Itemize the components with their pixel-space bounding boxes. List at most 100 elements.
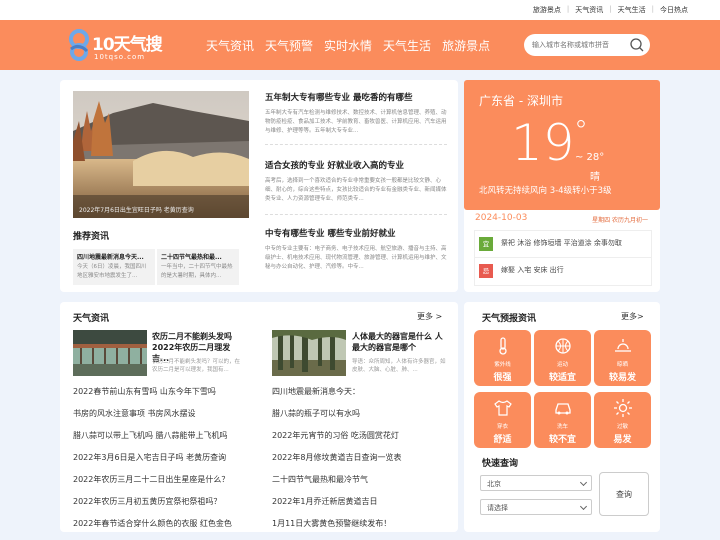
almanac-ji-row: 忌 嫁娶 入宅 安床 出行 xyxy=(475,258,651,285)
news-title[interactable]: 中专有哪些专业 哪些专业前好就业 xyxy=(265,227,447,239)
news-link[interactable]: 四川地震最新消息今天： xyxy=(272,381,401,403)
car-icon xyxy=(555,403,571,415)
recommended-item-title[interactable]: 二十四节气最热和最... xyxy=(161,252,235,261)
weather-news-more-link[interactable]: 更多 > xyxy=(417,311,442,322)
top-link-weather-news[interactable]: 天气资讯 xyxy=(575,5,603,15)
index-tile[interactable]: 晾晒 较易发 xyxy=(594,330,651,386)
nav-weather-life[interactable]: 天气生活 xyxy=(383,37,431,54)
tile-label: 穿衣 xyxy=(496,424,508,430)
site-logo[interactable]: 10天气搜 10tqso.com xyxy=(66,27,166,65)
weather-temperature: 19 xyxy=(511,114,575,172)
news-item[interactable]: 五年制大专有哪些专业 最吃香的有哪些 五年制大专有汽车检测与维修技术、数控技术、… xyxy=(265,91,447,136)
news-link[interactable]: 2022年8月修坟黄道吉日查询一览表 xyxy=(272,447,401,469)
divider: | xyxy=(566,5,570,13)
divider: | xyxy=(609,5,612,13)
tile-value: 较适宜 xyxy=(548,373,576,383)
featured-title[interactable]: 人体最大的器官是什么 人最大的器官是哪个 xyxy=(352,331,446,353)
nav-travel[interactable]: 旅游景点 xyxy=(442,37,490,54)
nav-weather-warning[interactable]: 天气预警 xyxy=(265,37,313,54)
recommended-item[interactable]: 二十四节气最热和最... 一年当中，二十四节气中最热的是大暑时期，具体内... xyxy=(157,249,239,285)
news-link-list-left: 2022春节前山东有雪吗 山东今年下雪吗 书房的风水注意事项 书房风水摆设 腊八… xyxy=(73,381,232,535)
city-select-value: 请选择 xyxy=(487,504,508,512)
nav-water-info[interactable]: 实时水情 xyxy=(324,37,372,54)
yi-text: 祭祀 沐浴 修饰垣墙 平治道涂 余事勿取 xyxy=(501,239,622,247)
date-row: 2024-10-03 星期四 农历九月初一 xyxy=(474,212,652,226)
news-image[interactable]: 2022年7月6日出生宜旺日子吗 老黄历查询 xyxy=(73,91,249,218)
almanac: 宜 祭祀 沐浴 修饰垣墙 平治道涂 余事勿取 忌 嫁娶 入宅 安床 出行 xyxy=(474,230,652,286)
news-link[interactable]: 2022春节前山东有雪吗 山东今年下雪吗 xyxy=(73,381,232,403)
news-title[interactable]: 适合女孩的专业 好就业收入高的专业 xyxy=(265,159,447,171)
top-bar: 旅游景点 | 天气资讯 | 天气生活 | 今日热点 xyxy=(0,0,720,20)
featured-desc: 导语：众所周知，人体有许多器官，如皮肤、大脑、心脏、肺、... xyxy=(352,359,446,373)
tile-value: 较不宜 xyxy=(548,435,576,445)
top-link-weather-life[interactable]: 天气生活 xyxy=(618,5,646,15)
current-date: 2024-10-03 xyxy=(475,213,528,223)
yi-badge: 宜 xyxy=(479,237,493,251)
search-input[interactable] xyxy=(532,38,628,52)
top-link-hot-today[interactable]: 今日热点 xyxy=(660,5,688,15)
logo-domain: 10tqso.com xyxy=(94,53,146,61)
recommended-title: 推荐资讯 xyxy=(73,232,110,242)
recommended-item-desc: 今天（6日）凌晨，我国四川地区雅安市地震发生了... xyxy=(77,264,147,279)
city-select[interactable]: 请选择 xyxy=(480,499,592,515)
ji-badge: 忌 xyxy=(479,264,493,278)
featured-thumbnail[interactable] xyxy=(272,330,346,376)
news-link[interactable]: 2022年农历三月初五黄历宜祭祀祭祖吗？ xyxy=(73,491,232,513)
weather-condition: 晴 xyxy=(590,172,600,183)
logo-mark-icon xyxy=(69,29,89,61)
province-select-value: 北京 xyxy=(487,480,501,488)
news-desc: 中专的专业主要有：电子商务、电子技术应用、航空旅游、播音与主持、高级护士、机电技… xyxy=(265,246,447,270)
index-tile[interactable]: 洗车 较不宜 xyxy=(534,392,591,448)
news-link[interactable]: 二十四节气最热和最冷节气 xyxy=(272,469,401,491)
top-links: 旅游景点 | 天气资讯 | 天气生活 | 今日热点 xyxy=(533,5,688,15)
news-image-caption: 2022年7月6日出生宜旺日子吗 老黄历查询 xyxy=(79,207,194,214)
header: 10天气搜 10tqso.com 天气资讯 天气预警 实时水情 天气生活 旅游景… xyxy=(0,20,720,70)
degree-symbol: ° xyxy=(574,114,588,147)
sun-horizon-icon xyxy=(615,339,631,352)
news-link[interactable]: 腊八蒜的瓶子可以有水吗 xyxy=(272,403,401,425)
tile-value: 较易发 xyxy=(608,373,636,383)
top-link-travel[interactable]: 旅游景点 xyxy=(533,5,561,15)
news-link[interactable]: 书房的风水注意事项 书房风水摆设 xyxy=(73,403,232,425)
news-item[interactable]: 中专有哪些专业 哪些专业前好就业 中专的专业主要有：电子商务、电子技术应用、航空… xyxy=(265,227,447,272)
recommended-item-desc: 一年当中，二十四节气中最热的是大暑时期，具体内... xyxy=(161,264,233,279)
main-nav: 天气资讯 天气预警 实时水情 天气生活 旅游景点 xyxy=(206,37,490,54)
news-link[interactable]: 2022年3月6日是入宅吉日子吗 老黄历查询 xyxy=(73,447,232,469)
almanac-yi-row: 宜 祭祀 沐浴 修饰垣墙 平治道涂 余事勿取 xyxy=(475,231,651,258)
forest-image xyxy=(272,330,346,376)
tile-value: 舒适 xyxy=(493,435,512,445)
query-button[interactable]: 查询 xyxy=(599,472,649,516)
landscape-image xyxy=(73,91,249,218)
weather-location[interactable]: 广东省 - 深圳市 xyxy=(479,92,563,109)
search-icon[interactable] xyxy=(629,37,645,53)
barber-image xyxy=(73,330,147,376)
tile-value: 易发 xyxy=(613,435,632,445)
chevron-down-icon xyxy=(579,502,588,511)
tile-value: 很强 xyxy=(493,373,512,383)
news-link[interactable]: 1月11日大雾黄色预警继续发布！ xyxy=(272,513,401,535)
index-tile[interactable]: 过敏 易发 xyxy=(594,392,651,448)
province-select[interactable]: 北京 xyxy=(480,475,592,491)
recommended-item-title[interactable]: 四川地震最新消息今天... xyxy=(77,252,151,261)
forecast-more-link[interactable]: 更多> xyxy=(621,311,644,322)
news-link[interactable]: 2022年农历三月二十二日出生星座是什么？ xyxy=(73,469,232,491)
news-desc: 五年制大专有汽车检测与维修技术、数控技术、计算机信息管理、养殖、动物防疫检疫、食… xyxy=(265,110,447,134)
news-item[interactable]: 适合女孩的专业 好就业收入高的专业 高考后，选择到一个喜欢适合的专业非常重要女孩… xyxy=(265,159,447,204)
featured-thumbnail[interactable] xyxy=(73,330,147,376)
news-link[interactable]: 2022年1月乔迁新居黄道吉日 xyxy=(272,491,401,513)
news-link[interactable]: 2022年春节适合穿什么颜色的衣服 红色金色 xyxy=(73,513,232,535)
tile-label: 洗车 xyxy=(556,424,568,430)
tile-label: 晾晒 xyxy=(616,362,628,368)
quick-search-title: 快速查询 xyxy=(482,459,519,469)
index-tile[interactable]: 紫外线 很强 xyxy=(474,330,531,386)
news-link[interactable]: 腊八蒜可以带上飞机吗 腊八蒜能带上飞机吗 xyxy=(73,425,232,447)
tile-label: 运动 xyxy=(556,362,568,368)
shirt-icon xyxy=(494,400,512,416)
news-title[interactable]: 五年制大专有哪些专业 最吃香的有哪些 xyxy=(265,91,447,103)
recommended-item[interactable]: 四川地震最新消息今天... 今天（6日）凌晨，我国四川地区雅安市地震发生了... xyxy=(73,249,155,285)
news-link[interactable]: 2022年元宵节的习俗 吃汤圆赏花灯 xyxy=(272,425,401,447)
nav-weather-news[interactable]: 天气资讯 xyxy=(206,37,254,54)
lunar-date: 星期四 农历九月初一 xyxy=(592,217,648,224)
index-tile[interactable]: 穿衣 舒适 xyxy=(474,392,531,448)
index-tile[interactable]: 运动 较适宜 xyxy=(534,330,591,386)
